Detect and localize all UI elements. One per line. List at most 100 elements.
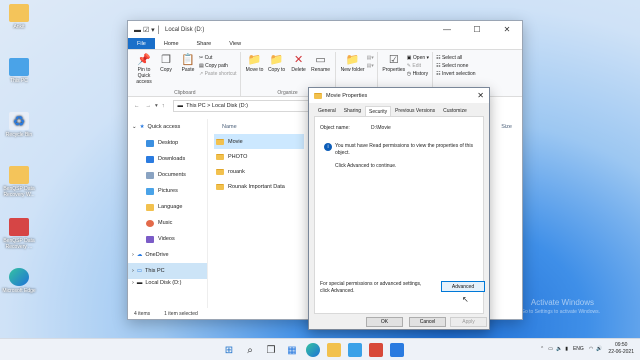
nav-documents[interactable]: Documents — [128, 167, 207, 183]
desktop-icon-recycle-bin[interactable]: ♻ Recycle Bin — [2, 112, 36, 138]
cancel-button[interactable]: Cancel — [409, 317, 446, 327]
edge-icon[interactable] — [306, 343, 320, 357]
tab-general[interactable]: General — [314, 106, 340, 116]
search-icon[interactable]: ⌕ — [243, 343, 257, 357]
window-title: Local Disk (D:) — [165, 26, 205, 33]
select-none-button[interactable]: ☷ Select none — [436, 62, 476, 70]
copy-path-button[interactable]: ▤ Copy path — [199, 62, 237, 70]
object-name-value: D:\Movie — [371, 125, 391, 131]
open-button[interactable]: ▣ Open ▾ — [407, 54, 429, 62]
nav-desktop[interactable]: Desktop — [128, 135, 207, 151]
wifi-icon[interactable]: ◠ — [589, 346, 593, 352]
start-icon[interactable]: ⊞ — [222, 343, 236, 357]
quick-access-toolbar-icon[interactable]: ▬ ☑ ▾ │ — [134, 26, 161, 34]
nav-music[interactable]: Music — [128, 215, 207, 231]
app-icon[interactable] — [369, 343, 383, 357]
recent-locations-icon[interactable]: ▾ — [155, 103, 158, 109]
back-icon[interactable]: ← — [134, 103, 140, 109]
select-all-button[interactable]: ☷ Select all — [436, 54, 476, 62]
minimize-icon[interactable]: — — [432, 25, 462, 34]
chevron-down-icon: ⌄ — [132, 124, 137, 130]
taskbar-apps: ⊞ ⌕ ❐ ▦ — [222, 343, 411, 357]
pc-icon: ▭ — [136, 268, 143, 274]
system-tray: ⌃ ▭ 🔈 ▮ ENG ◠ 🔊 09:50 22-06-2021 — [540, 342, 634, 356]
tab-view[interactable]: View — [220, 38, 250, 49]
object-name-label: Object name: — [320, 125, 350, 131]
close-icon[interactable]: ✕ — [477, 91, 484, 100]
explorer-titlebar[interactable]: ▬ ☑ ▾ │ Local Disk (D:) — ☐ ✕ — [128, 21, 522, 38]
tab-sharing[interactable]: Sharing — [340, 106, 365, 116]
widgets-icon[interactable]: ▦ — [285, 343, 299, 357]
desktop-icon-this-pc[interactable]: This PC — [2, 58, 36, 84]
desktop-icon-recovery-1[interactable]: BenQSP Data Recovery W... — [2, 166, 36, 198]
apply-button[interactable]: Apply — [450, 317, 487, 327]
tab-customize[interactable]: Customize — [439, 106, 471, 116]
nav-videos[interactable]: Videos — [128, 231, 207, 247]
properties-dialog: Movie Properties ✕ General Sharing Secur… — [308, 87, 490, 330]
history-button[interactable]: ◷ History — [407, 70, 429, 78]
clock-date: 22-06-2021 — [608, 349, 634, 355]
language-indicator[interactable]: ENG — [573, 346, 584, 352]
nav-downloads[interactable]: Downloads — [128, 151, 207, 167]
column-size[interactable]: Size — [501, 124, 512, 130]
volume-icon[interactable]: 🔈 — [556, 346, 562, 352]
nav-pictures[interactable]: Pictures — [128, 183, 207, 199]
copy-folder-icon: 📁 — [269, 54, 284, 66]
list-item[interactable]: Movie — [214, 134, 304, 149]
rename-icon: ▭ — [315, 54, 326, 66]
close-icon[interactable]: ✕ — [492, 25, 522, 34]
desktop-icon-user-folder[interactable]: Ankit — [2, 4, 36, 30]
nav-quick-access[interactable]: ⌄ ★ Quick access — [128, 119, 207, 135]
new-folder-icon: 📁 — [345, 54, 360, 66]
desktop-icon-label: Ankit — [13, 24, 25, 30]
dialog-tabs: General Sharing Security Previous Versio… — [309, 106, 489, 116]
task-view-icon[interactable]: ❐ — [264, 343, 278, 357]
desktop-icon-label: BenQSP Data Recovery ... — [3, 238, 35, 250]
activate-windows-hint: Go to Settings to activate Windows. — [521, 309, 600, 315]
advanced-button[interactable]: Advanced — [441, 281, 485, 292]
desktop-icon-recovery-2[interactable]: BenQSP Data Recovery ... — [2, 218, 36, 250]
store-icon[interactable] — [348, 343, 362, 357]
tab-previous-versions[interactable]: Previous Versions — [391, 106, 439, 116]
desktop-icon-label: Microsoft Edge — [2, 288, 36, 294]
clock[interactable]: 09:50 22-06-2021 — [608, 342, 634, 356]
chevron-up-icon[interactable]: ⌃ — [540, 346, 544, 352]
ok-button[interactable]: OK — [366, 317, 403, 327]
tab-home[interactable]: Home — [155, 38, 188, 49]
info-icon: i — [324, 143, 332, 151]
up-icon[interactable]: ↑ — [162, 103, 165, 109]
nav-this-pc[interactable]: › ▭ This PC — [128, 263, 207, 279]
advanced-hint: Click Advanced to continue. — [335, 163, 397, 169]
file-explorer-icon[interactable] — [327, 343, 341, 357]
battery-icon[interactable]: ▮ — [565, 346, 568, 352]
nav-local-disk[interactable]: › ▬ Local Disk (D:) — [128, 279, 207, 287]
document-icon — [146, 171, 154, 179]
mouse-cursor-icon: ↖ — [462, 295, 469, 304]
paste-shortcut-button[interactable]: ↗ Paste shortcut — [199, 70, 237, 78]
list-item[interactable]: PHOTO — [214, 149, 304, 164]
desktop-icon-edge[interactable]: Microsoft Edge — [2, 268, 36, 294]
invert-selection-button[interactable]: ☷ Invert selection — [436, 70, 476, 78]
network-icon[interactable]: ▭ — [548, 346, 553, 352]
monitor-icon — [9, 58, 29, 76]
nav-onedrive[interactable]: › ☁ OneDrive — [128, 247, 207, 263]
tab-share[interactable]: Share — [188, 38, 221, 49]
nav-language[interactable]: Language — [128, 199, 207, 215]
properties-icon: ☑ — [388, 54, 399, 66]
list-item[interactable]: rouank — [214, 164, 304, 179]
folder-icon — [314, 92, 322, 99]
dialog-titlebar[interactable]: Movie Properties ✕ — [309, 88, 489, 103]
forward-icon[interactable]: → — [146, 103, 152, 109]
cut-button[interactable]: ✂ Cut — [199, 54, 237, 62]
group-label: Clipboard — [174, 90, 196, 96]
column-name[interactable]: Name — [222, 124, 237, 130]
edit-button[interactable]: ✎ Edit — [407, 62, 429, 70]
tab-file[interactable]: File — [128, 38, 155, 49]
settings-app-icon[interactable] — [390, 343, 404, 357]
speaker-icon[interactable]: 🔊 — [596, 346, 602, 352]
tab-security[interactable]: Security — [365, 106, 392, 116]
folder-icon — [9, 4, 29, 22]
folder-icon — [216, 138, 224, 145]
paste-icon: 📋 — [181, 54, 195, 66]
maximize-icon[interactable]: ☐ — [462, 25, 492, 34]
